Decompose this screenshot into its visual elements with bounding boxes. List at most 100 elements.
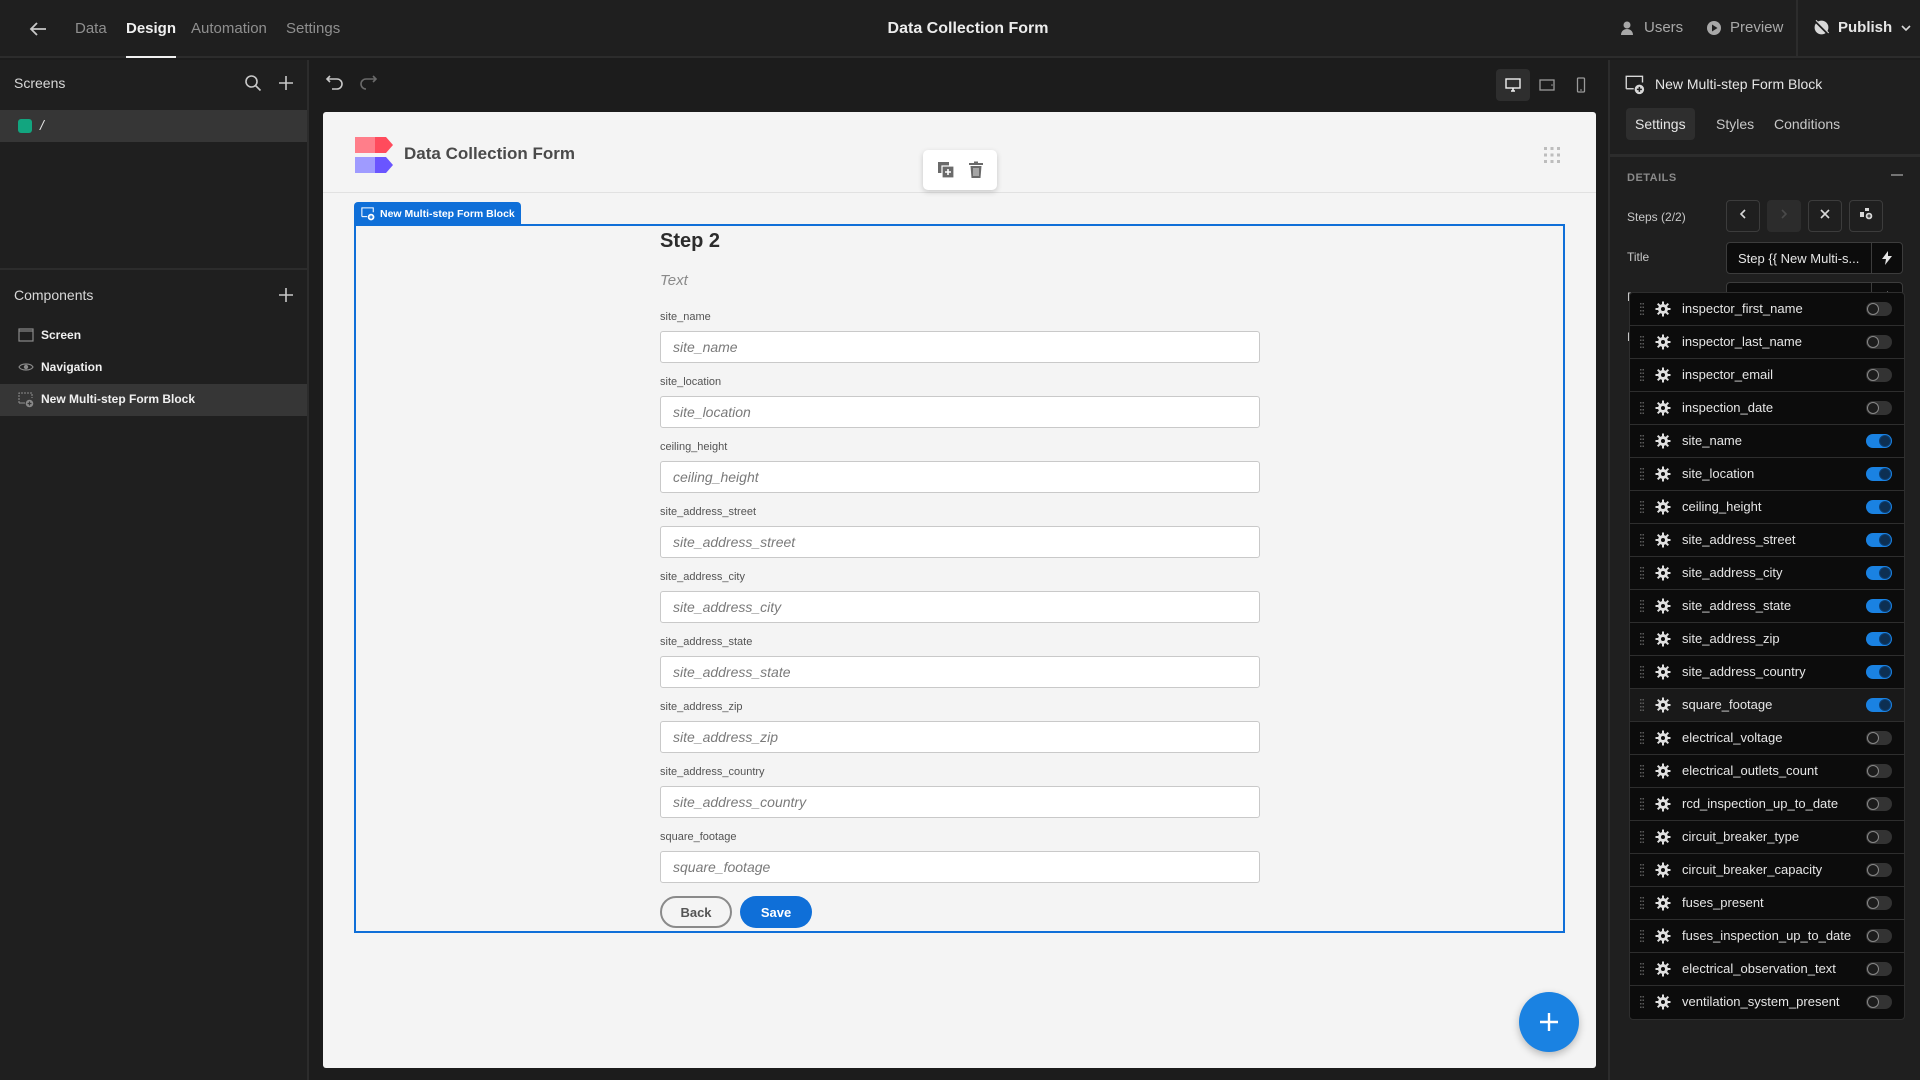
drag-handle-icon[interactable] [1640, 831, 1644, 843]
gear-icon[interactable] [1655, 664, 1671, 680]
drag-handle-icon[interactable] [1640, 996, 1644, 1008]
add-component-button[interactable] [277, 286, 295, 308]
add-screen-button[interactable] [277, 74, 295, 96]
field-visibility-toggle[interactable] [1866, 368, 1892, 382]
field-list-item[interactable]: site_address_city [1630, 557, 1904, 590]
drag-handle-icon[interactable] [1640, 633, 1644, 645]
drag-handle-icon[interactable] [1640, 468, 1644, 480]
field-visibility-toggle[interactable] [1866, 467, 1892, 481]
back-button[interactable]: Back [660, 896, 732, 928]
drag-handle-icon[interactable] [1640, 897, 1644, 909]
drag-handle-icon[interactable] [1640, 435, 1644, 447]
gear-icon[interactable] [1655, 631, 1671, 647]
gear-icon[interactable] [1655, 301, 1671, 317]
drag-handle-icon[interactable] [1640, 798, 1644, 810]
field-input[interactable] [660, 656, 1260, 688]
grid-dots-icon[interactable] [1543, 146, 1561, 164]
field-list-item[interactable]: circuit_breaker_type [1630, 821, 1904, 854]
drag-handle-icon[interactable] [1640, 765, 1644, 777]
field-visibility-toggle[interactable] [1866, 698, 1892, 712]
gear-icon[interactable] [1655, 499, 1671, 515]
publish-button[interactable]: Publish [1813, 19, 1912, 36]
field-visibility-toggle[interactable] [1866, 665, 1892, 679]
mobile-view-button[interactable] [1564, 69, 1598, 101]
field-visibility-toggle[interactable] [1866, 962, 1892, 976]
tab-conditions[interactable]: Conditions [1765, 108, 1849, 140]
remove-step-button[interactable] [1808, 200, 1842, 232]
field-list-item[interactable]: ventilation_system_present [1630, 986, 1904, 1019]
drag-handle-icon[interactable] [1640, 699, 1644, 711]
field-list-item[interactable]: inspector_email [1630, 359, 1904, 392]
field-visibility-toggle[interactable] [1866, 929, 1892, 943]
drag-handle-icon[interactable] [1640, 336, 1644, 348]
add-step-button[interactable] [1849, 200, 1883, 232]
field-input[interactable] [660, 851, 1260, 883]
gear-icon[interactable] [1655, 334, 1671, 350]
field-list-item[interactable]: site_address_state [1630, 590, 1904, 623]
field-list-item[interactable]: fuses_inspection_up_to_date [1630, 920, 1904, 953]
component-item-navigation[interactable]: Navigation [0, 352, 307, 384]
screen-list-item[interactable]: / [0, 110, 307, 142]
field-list-item[interactable]: electrical_outlets_count [1630, 755, 1904, 788]
undo-button[interactable] [325, 72, 345, 96]
drag-handle-icon[interactable] [1640, 402, 1644, 414]
field-input[interactable] [660, 721, 1260, 753]
field-input[interactable] [660, 396, 1260, 428]
drag-handle-icon[interactable] [1640, 963, 1644, 975]
field-input[interactable] [660, 786, 1260, 818]
component-item-screen[interactable]: Screen [0, 320, 307, 352]
field-input[interactable] [660, 591, 1260, 623]
tab-styles[interactable]: Styles [1707, 108, 1763, 140]
gear-icon[interactable] [1655, 961, 1671, 977]
field-list-item[interactable]: site_address_street [1630, 524, 1904, 557]
drag-handle-icon[interactable] [1640, 600, 1644, 612]
gear-icon[interactable] [1655, 466, 1671, 482]
redo-button[interactable] [358, 72, 378, 96]
add-component-fab[interactable] [1519, 992, 1579, 1052]
field-visibility-toggle[interactable] [1866, 434, 1892, 448]
gear-icon[interactable] [1655, 400, 1671, 416]
preview-button[interactable]: Preview [1706, 19, 1783, 36]
field-list-item[interactable]: rcd_inspection_up_to_date [1630, 788, 1904, 821]
field-visibility-toggle[interactable] [1866, 566, 1892, 580]
desktop-view-button[interactable] [1496, 69, 1530, 101]
field-list-item[interactable]: electrical_voltage [1630, 722, 1904, 755]
field-list-item[interactable]: site_name [1630, 425, 1904, 458]
field-list-item[interactable]: inspection_date [1630, 392, 1904, 425]
field-visibility-toggle[interactable] [1866, 401, 1892, 415]
design-canvas[interactable]: Data Collection Form New Multi-step Form… [323, 112, 1596, 1068]
field-visibility-toggle[interactable] [1866, 500, 1892, 514]
duplicate-icon[interactable] [937, 161, 955, 179]
field-list-item[interactable]: site_address_country [1630, 656, 1904, 689]
tablet-view-button[interactable] [1530, 69, 1564, 101]
field-list-item[interactable]: circuit_breaker_capacity [1630, 854, 1904, 887]
field-visibility-toggle[interactable] [1866, 764, 1892, 778]
drag-handle-icon[interactable] [1640, 501, 1644, 513]
drag-handle-icon[interactable] [1640, 930, 1644, 942]
search-screens-button[interactable] [244, 74, 262, 96]
field-visibility-toggle[interactable] [1866, 731, 1892, 745]
field-list-item[interactable]: electrical_observation_text [1630, 953, 1904, 986]
gear-icon[interactable] [1655, 928, 1671, 944]
next-step-button[interactable] [1767, 200, 1801, 232]
field-list-item[interactable]: site_location [1630, 458, 1904, 491]
field-list-item[interactable]: ceiling_height [1630, 491, 1904, 524]
gear-icon[interactable] [1655, 895, 1671, 911]
field-input[interactable] [660, 526, 1260, 558]
gear-icon[interactable] [1655, 598, 1671, 614]
field-list-item[interactable]: site_address_zip [1630, 623, 1904, 656]
drag-handle-icon[interactable] [1640, 567, 1644, 579]
gear-icon[interactable] [1655, 367, 1671, 383]
gear-icon[interactable] [1655, 763, 1671, 779]
title-binding-button[interactable] [1871, 243, 1902, 273]
field-visibility-toggle[interactable] [1866, 302, 1892, 316]
field-visibility-toggle[interactable] [1866, 632, 1892, 646]
gear-icon[interactable] [1655, 697, 1671, 713]
gear-icon[interactable] [1655, 994, 1671, 1010]
drag-handle-icon[interactable] [1640, 864, 1644, 876]
field-visibility-toggle[interactable] [1866, 533, 1892, 547]
gear-icon[interactable] [1655, 730, 1671, 746]
field-visibility-toggle[interactable] [1866, 830, 1892, 844]
previous-step-button[interactable] [1726, 200, 1760, 232]
field-list-item[interactable]: inspector_first_name [1630, 293, 1904, 326]
